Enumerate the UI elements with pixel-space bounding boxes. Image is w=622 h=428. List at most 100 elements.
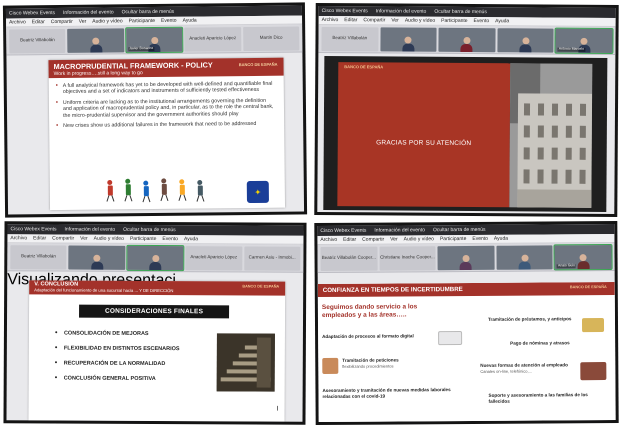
menu-archivo[interactable]: Archivo: [322, 17, 339, 23]
text-cursor-icon: I: [276, 405, 279, 413]
bank-logo: BANCO DE ESPAÑA: [569, 285, 607, 290]
menu-audio[interactable]: Audio y vídeo: [404, 236, 434, 242]
participant-tile[interactable]: Beatriz Villabolán Cooper...: [320, 246, 378, 271]
participant-tile[interactable]: Javier Bonache: [124, 26, 184, 53]
hide-menu-button[interactable]: Ocultar barra de menús: [122, 9, 175, 16]
shared-slide: MACROPRUDENTIAL FRAMEWORK - POLICY Work …: [48, 57, 286, 211]
menu-evento[interactable]: Evento: [472, 236, 488, 242]
menu-participante[interactable]: Participante: [129, 18, 155, 24]
event-info-link[interactable]: Información del evento: [374, 227, 425, 233]
menu-archivo[interactable]: Archivo: [9, 19, 26, 25]
participant-tile[interactable]: [438, 27, 496, 52]
menu-archivo[interactable]: Archivo: [10, 235, 27, 241]
participant-tile[interactable]: Martin Dico: [242, 25, 300, 51]
shared-slide: V. CONCLUSIÓN Adaptación del funcionamie…: [28, 280, 286, 422]
staircase-photo: [216, 333, 275, 392]
list-item: Soporte y asesoramiento a las familias d…: [488, 392, 588, 404]
menu-audio[interactable]: Audio y vídeo: [405, 18, 435, 24]
list-item: FLEXIBILIDAD EN DISTINTOS ESCENARIOS: [59, 345, 180, 353]
app-title: Cisco Webex Events: [8, 10, 56, 17]
participant-tile[interactable]: [380, 26, 437, 52]
participant-tile[interactable]: Beatriz Villabolán: [10, 244, 67, 270]
menu-evento[interactable]: Evento: [161, 18, 177, 24]
list-item: CONSOLIDACIÓN DE MEJORAS: [59, 330, 180, 337]
slide-lead-text: Seguimos dando servicio a los empleados …: [321, 303, 418, 320]
digital-document-icon: [438, 331, 463, 346]
participant-strip: Beatriz Villabolán Antonio Marcelo: [318, 24, 616, 56]
participant-tile[interactable]: Christiane Inache Cooper...: [379, 245, 436, 271]
menu-editar[interactable]: Editar: [33, 235, 46, 241]
app-title: Cisco Webex Events: [320, 227, 367, 235]
eu-stars-icon: ✦: [246, 180, 269, 204]
list-item: New crises show us additional failures i…: [63, 121, 276, 130]
coins-icon: [581, 318, 605, 333]
menu-ayuda[interactable]: Ayuda: [495, 18, 509, 24]
menu-evento[interactable]: Evento: [162, 236, 178, 242]
webex-window: Cisco Webex Events Información del event…: [317, 5, 616, 215]
participant-tile[interactable]: [496, 244, 553, 270]
bank-logo: BANCO DE ESPAÑA: [344, 64, 384, 70]
event-info-link[interactable]: Información del evento: [376, 8, 427, 14]
participant-tile[interactable]: [437, 245, 495, 270]
participant-tile[interactable]: Anais Guix: [553, 243, 613, 270]
menu-editar[interactable]: Editar: [343, 237, 356, 243]
slide-header: V. CONCLUSIÓN Adaptación del funcionamie…: [29, 280, 286, 296]
list-item: Pago de nóminas y atrasos: [510, 340, 570, 346]
menu-ver[interactable]: Ver: [80, 236, 88, 242]
participant-tile[interactable]: Beatriz Villabolán: [9, 28, 66, 54]
list-item: A full analytical framework has yet to b…: [63, 81, 276, 96]
participant-tile[interactable]: [68, 245, 126, 270]
shared-slide: CONFIANZA EN TIEMPOS DE INCERTIDUMBRE BA…: [317, 281, 616, 423]
hide-menu-button[interactable]: Ocultar barra de menús: [123, 227, 176, 233]
menu-compartir[interactable]: Compartir: [363, 17, 385, 23]
menu-editar[interactable]: Editar: [344, 17, 357, 23]
photo-screen-gracias: Cisco Webex Events Información del event…: [314, 2, 619, 218]
building-photo: [509, 63, 593, 208]
menu-ver[interactable]: Ver: [390, 236, 398, 242]
participant-tile[interactable]: Antonio Marcelo: [554, 27, 614, 54]
participant-tile[interactable]: Carmen Asiu - Inmobi...: [243, 245, 301, 271]
menu-compartir[interactable]: Compartir: [52, 235, 74, 241]
menu-ayuda[interactable]: Ayuda: [183, 18, 197, 24]
menu-audio[interactable]: Audio y vídeo: [92, 18, 122, 24]
menu-compartir[interactable]: Compartir: [51, 19, 73, 25]
participant-strip: Beatriz Villabolán Anacleti Aparicio Lóp…: [7, 243, 304, 273]
menu-ver[interactable]: Ver: [79, 19, 87, 25]
webex-window: Cisco Webex Events Información del event…: [317, 223, 616, 423]
menu-audio[interactable]: Audio y vídeo: [94, 236, 124, 242]
menu-participante[interactable]: Participante: [130, 236, 156, 242]
participant-tile[interactable]: Anacleti Aparicio López: [185, 245, 243, 270]
list-item: Asesoramiento y tramitación de nuevas me…: [322, 387, 451, 399]
menu-archivo[interactable]: Archivo: [320, 237, 337, 243]
event-info-link[interactable]: Información del evento: [63, 9, 114, 16]
participant-tile[interactable]: [497, 27, 554, 53]
slide-header: MACROPRUDENTIAL FRAMEWORK - POLICY Work …: [48, 57, 284, 79]
participant-tile[interactable]: [67, 27, 125, 53]
slide-header: CONFIANZA EN TIEMPOS DE INCERTIDUMBRE BA…: [317, 281, 615, 298]
menu-participante[interactable]: Participante: [440, 236, 466, 242]
participant-tile[interactable]: Anacleti Aparicio López: [184, 26, 242, 52]
menu-ver[interactable]: Ver: [391, 17, 399, 23]
menu-ayuda[interactable]: Ayuda: [184, 236, 198, 242]
webex-window: Cisco Webex Events Información del event…: [5, 5, 305, 215]
menu-evento[interactable]: Evento: [474, 18, 490, 24]
photo-screen-macroprudential: Cisco Webex Events Información del event…: [2, 2, 308, 218]
participant-tile[interactable]: Beatriz Villabolán: [321, 26, 379, 51]
menu-ayuda[interactable]: Ayuda: [494, 236, 508, 242]
slide-title: CONFIANZA EN TIEMPOS DE INCERTIDUMBRE: [322, 286, 463, 295]
menu-editar[interactable]: Editar: [32, 19, 45, 25]
event-info-link[interactable]: Información del evento: [65, 227, 116, 233]
menu-compartir[interactable]: Compartir: [362, 237, 384, 243]
hide-menu-button[interactable]: Ocultar barra de menús: [433, 227, 486, 233]
menu-participante[interactable]: Participante: [441, 18, 467, 24]
participant-tile[interactable]: [126, 244, 185, 271]
photo-screen-conclusion: Cisco Webex Events Información del event…: [3, 221, 307, 425]
slide-bullets: CONSOLIDACIÓN DE MEJORAS FLEXIBILIDAD EN…: [59, 330, 180, 391]
bank-logo: BANCO DE ESPAÑA: [242, 284, 280, 289]
hide-menu-button[interactable]: Ocultar barra de menús: [434, 9, 487, 15]
support-photo: [580, 362, 607, 381]
app-title: Cisco Webex Events: [321, 7, 368, 15]
list-item: Uniform criteria are lacking as to the i…: [63, 98, 276, 120]
list-item: CONCLUSIÓN GENERAL POSITIVA: [59, 375, 180, 382]
cartoon-people-illustration: [106, 178, 205, 203]
